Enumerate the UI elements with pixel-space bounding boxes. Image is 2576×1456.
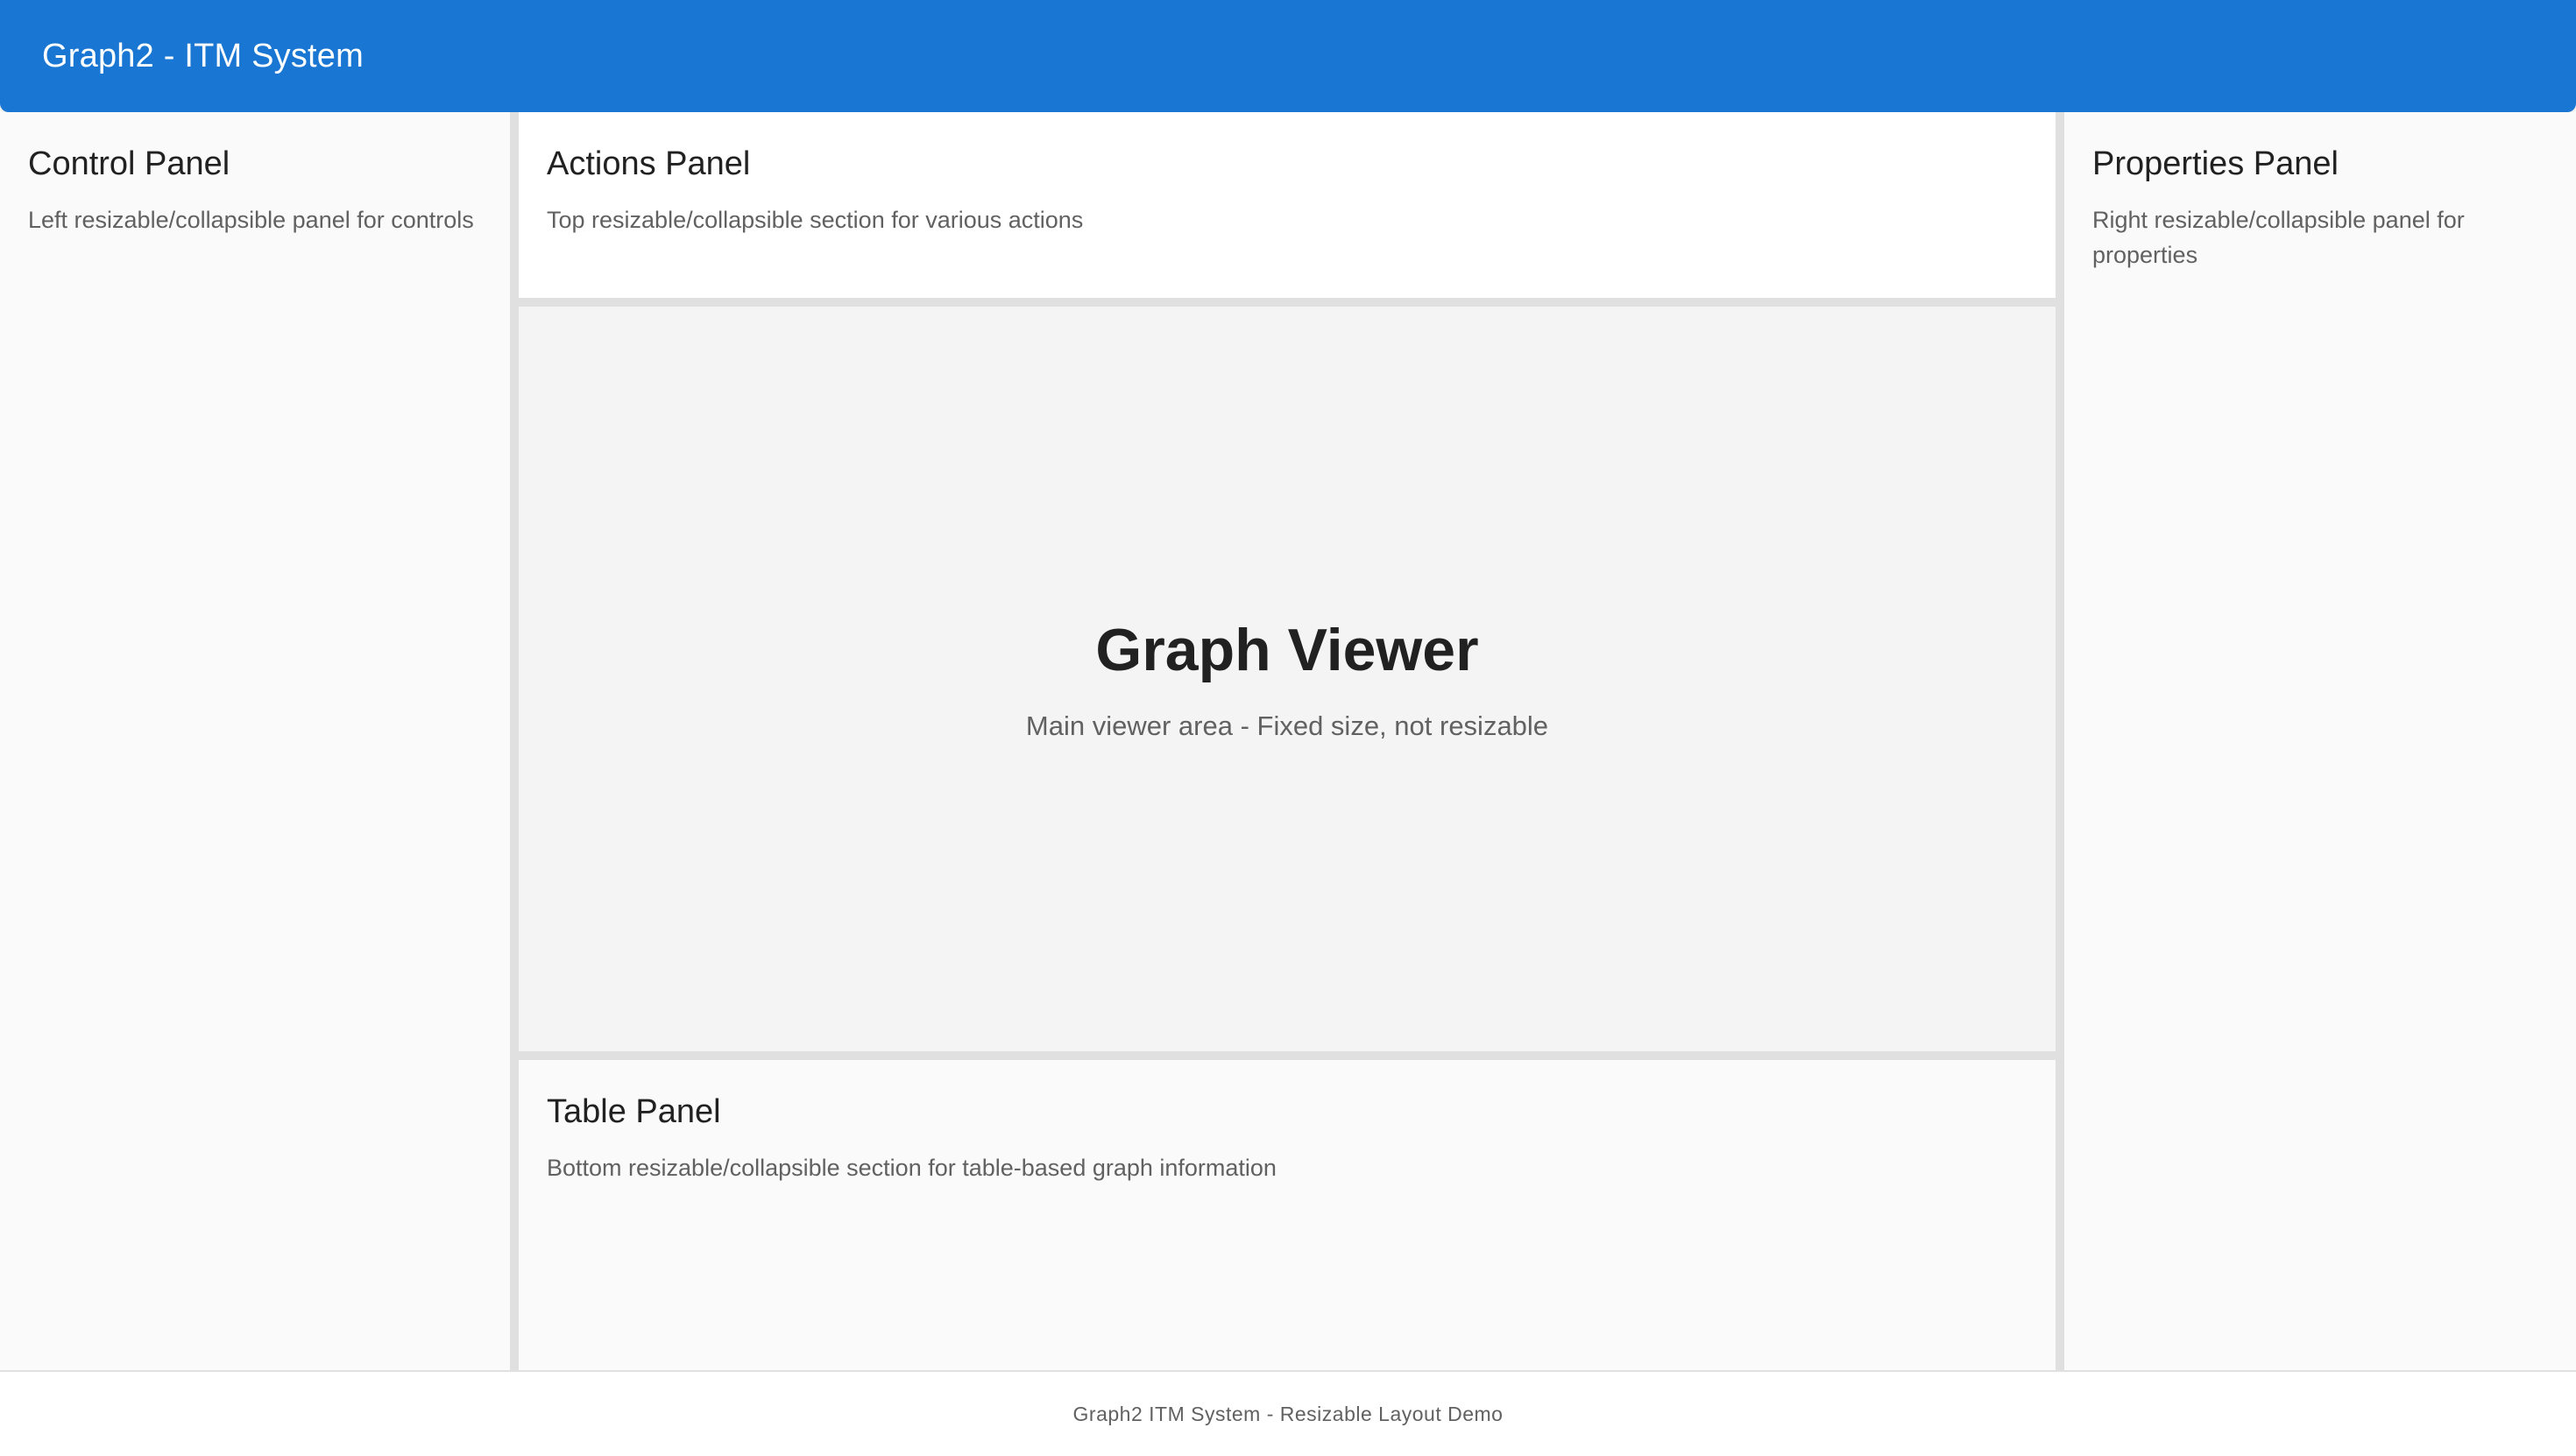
table-panel-title: Table Panel	[547, 1093, 721, 1130]
app-root: Graph2 - ITM System Control Panel Left r…	[0, 0, 2576, 1456]
control-panel-title: Control Panel	[28, 145, 230, 182]
footer-text: Graph2 ITM System - Resizable Layout Dem…	[1072, 1402, 1504, 1425]
left-panel-resize-handle[interactable]	[510, 112, 519, 1370]
actions-panel-description: Top resizable/collapsible section for va…	[547, 207, 1084, 233]
properties-panel-title: Properties Panel	[2092, 145, 2339, 182]
actions-panel[interactable]: Actions Panel Top resizable/collapsible …	[519, 112, 2056, 298]
right-panel-resize-handle[interactable]	[2056, 112, 2064, 1370]
graph-viewer-description: Main viewer area - Fixed size, not resiz…	[1025, 710, 1549, 741]
control-panel[interactable]: Control Panel Left resizable/collapsible…	[0, 112, 510, 1370]
workspace: Control Panel Left resizable/collapsible…	[0, 112, 2576, 1370]
graph-viewer[interactable]: Graph Viewer Main viewer area - Fixed si…	[519, 307, 2056, 1051]
graph-viewer-title: Graph Viewer	[1095, 617, 1479, 683]
table-panel-resize-handle[interactable]	[519, 1051, 2056, 1060]
properties-panel-description: Right resizable/collapsible panel for pr…	[2092, 207, 2465, 268]
control-panel-description: Left resizable/collapsible panel for con…	[28, 207, 474, 233]
app-bar: Graph2 - ITM System	[0, 0, 2576, 112]
properties-panel[interactable]: Properties Panel Right resizable/collaps…	[2064, 112, 2576, 1370]
actions-panel-resize-handle[interactable]	[519, 298, 2056, 307]
app-title: Graph2 - ITM System	[42, 37, 364, 74]
footer: Graph2 ITM System - Resizable Layout Dem…	[0, 1370, 2576, 1456]
actions-panel-title: Actions Panel	[547, 145, 751, 182]
table-panel-description: Bottom resizable/collapsible section for…	[547, 1155, 1277, 1181]
table-panel[interactable]: Table Panel Bottom resizable/collapsible…	[519, 1060, 2056, 1370]
